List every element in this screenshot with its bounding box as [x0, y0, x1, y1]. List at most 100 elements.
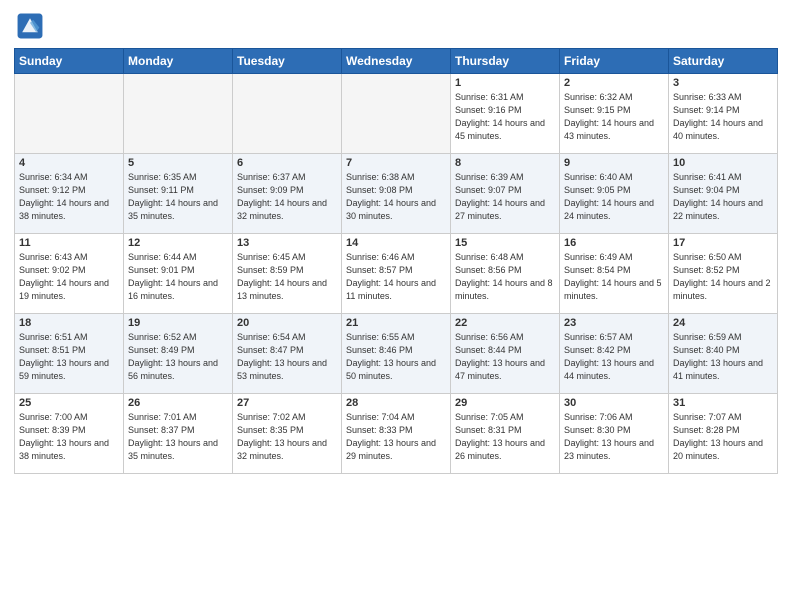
day-number: 29 — [455, 397, 555, 409]
calendar-day-cell: 9 Sunrise: 6:40 AMSunset: 9:05 PMDayligh… — [560, 154, 669, 234]
day-info: Sunrise: 6:38 AMSunset: 9:08 PMDaylight:… — [346, 171, 446, 223]
day-number: 15 — [455, 237, 555, 249]
day-info: Sunrise: 6:45 AMSunset: 8:59 PMDaylight:… — [237, 251, 337, 303]
day-number: 31 — [673, 397, 773, 409]
day-info: Sunrise: 6:50 AMSunset: 8:52 PMDaylight:… — [673, 251, 773, 303]
day-number: 22 — [455, 317, 555, 329]
day-number: 14 — [346, 237, 446, 249]
day-info: Sunrise: 6:39 AMSunset: 9:07 PMDaylight:… — [455, 171, 555, 223]
day-number: 30 — [564, 397, 664, 409]
day-info: Sunrise: 6:59 AMSunset: 8:40 PMDaylight:… — [673, 331, 773, 383]
calendar-day-cell: 3 Sunrise: 6:33 AMSunset: 9:14 PMDayligh… — [669, 74, 778, 154]
days-of-week-row: SundayMondayTuesdayWednesdayThursdayFrid… — [15, 49, 778, 74]
day-info: Sunrise: 7:01 AMSunset: 8:37 PMDaylight:… — [128, 411, 228, 463]
calendar-header: SundayMondayTuesdayWednesdayThursdayFrid… — [15, 49, 778, 74]
calendar-day-cell: 7 Sunrise: 6:38 AMSunset: 9:08 PMDayligh… — [342, 154, 451, 234]
day-number: 11 — [19, 237, 119, 249]
calendar-day-cell: 16 Sunrise: 6:49 AMSunset: 8:54 PMDaylig… — [560, 234, 669, 314]
day-info: Sunrise: 6:52 AMSunset: 8:49 PMDaylight:… — [128, 331, 228, 383]
calendar-day-cell: 12 Sunrise: 6:44 AMSunset: 9:01 PMDaylig… — [124, 234, 233, 314]
day-info: Sunrise: 6:49 AMSunset: 8:54 PMDaylight:… — [564, 251, 664, 303]
day-of-week-header: Monday — [124, 49, 233, 74]
calendar-day-cell: 13 Sunrise: 6:45 AMSunset: 8:59 PMDaylig… — [233, 234, 342, 314]
day-number: 3 — [673, 77, 773, 89]
calendar-day-cell: 25 Sunrise: 7:00 AMSunset: 8:39 PMDaylig… — [15, 394, 124, 474]
day-number: 8 — [455, 157, 555, 169]
calendar-day-cell: 17 Sunrise: 6:50 AMSunset: 8:52 PMDaylig… — [669, 234, 778, 314]
day-info: Sunrise: 6:55 AMSunset: 8:46 PMDaylight:… — [346, 331, 446, 383]
day-number: 4 — [19, 157, 119, 169]
calendar-day-cell: 31 Sunrise: 7:07 AMSunset: 8:28 PMDaylig… — [669, 394, 778, 474]
day-info: Sunrise: 6:40 AMSunset: 9:05 PMDaylight:… — [564, 171, 664, 223]
day-number: 19 — [128, 317, 228, 329]
calendar-day-cell: 28 Sunrise: 7:04 AMSunset: 8:33 PMDaylig… — [342, 394, 451, 474]
page-header — [0, 0, 792, 48]
calendar-day-cell: 18 Sunrise: 6:51 AMSunset: 8:51 PMDaylig… — [15, 314, 124, 394]
day-number: 7 — [346, 157, 446, 169]
calendar-day-cell: 24 Sunrise: 6:59 AMSunset: 8:40 PMDaylig… — [669, 314, 778, 394]
calendar-week-row: 4 Sunrise: 6:34 AMSunset: 9:12 PMDayligh… — [15, 154, 778, 234]
logo-icon — [16, 12, 44, 40]
day-number: 9 — [564, 157, 664, 169]
calendar-day-cell: 1 Sunrise: 6:31 AMSunset: 9:16 PMDayligh… — [451, 74, 560, 154]
calendar-day-cell: 2 Sunrise: 6:32 AMSunset: 9:15 PMDayligh… — [560, 74, 669, 154]
calendar-day-cell: 21 Sunrise: 6:55 AMSunset: 8:46 PMDaylig… — [342, 314, 451, 394]
day-number: 17 — [673, 237, 773, 249]
day-info: Sunrise: 6:48 AMSunset: 8:56 PMDaylight:… — [455, 251, 555, 303]
day-number: 10 — [673, 157, 773, 169]
day-number: 16 — [564, 237, 664, 249]
day-info: Sunrise: 7:02 AMSunset: 8:35 PMDaylight:… — [237, 411, 337, 463]
calendar-week-row: 1 Sunrise: 6:31 AMSunset: 9:16 PMDayligh… — [15, 74, 778, 154]
day-number: 24 — [673, 317, 773, 329]
day-of-week-header: Saturday — [669, 49, 778, 74]
day-info: Sunrise: 6:51 AMSunset: 8:51 PMDaylight:… — [19, 331, 119, 383]
day-number: 23 — [564, 317, 664, 329]
calendar-day-cell: 14 Sunrise: 6:46 AMSunset: 8:57 PMDaylig… — [342, 234, 451, 314]
calendar-day-cell: 6 Sunrise: 6:37 AMSunset: 9:09 PMDayligh… — [233, 154, 342, 234]
calendar-day-cell — [342, 74, 451, 154]
day-of-week-header: Thursday — [451, 49, 560, 74]
day-info: Sunrise: 6:57 AMSunset: 8:42 PMDaylight:… — [564, 331, 664, 383]
day-info: Sunrise: 6:37 AMSunset: 9:09 PMDaylight:… — [237, 171, 337, 223]
calendar-day-cell: 8 Sunrise: 6:39 AMSunset: 9:07 PMDayligh… — [451, 154, 560, 234]
calendar-day-cell: 29 Sunrise: 7:05 AMSunset: 8:31 PMDaylig… — [451, 394, 560, 474]
calendar-week-row: 11 Sunrise: 6:43 AMSunset: 9:02 PMDaylig… — [15, 234, 778, 314]
day-of-week-header: Tuesday — [233, 49, 342, 74]
day-number: 25 — [19, 397, 119, 409]
day-number: 13 — [237, 237, 337, 249]
day-info: Sunrise: 6:56 AMSunset: 8:44 PMDaylight:… — [455, 331, 555, 383]
calendar-day-cell: 4 Sunrise: 6:34 AMSunset: 9:12 PMDayligh… — [15, 154, 124, 234]
day-number: 12 — [128, 237, 228, 249]
calendar-week-row: 25 Sunrise: 7:00 AMSunset: 8:39 PMDaylig… — [15, 394, 778, 474]
day-info: Sunrise: 7:04 AMSunset: 8:33 PMDaylight:… — [346, 411, 446, 463]
calendar-day-cell — [15, 74, 124, 154]
day-info: Sunrise: 6:31 AMSunset: 9:16 PMDaylight:… — [455, 91, 555, 143]
calendar-day-cell: 26 Sunrise: 7:01 AMSunset: 8:37 PMDaylig… — [124, 394, 233, 474]
day-info: Sunrise: 7:06 AMSunset: 8:30 PMDaylight:… — [564, 411, 664, 463]
day-number: 27 — [237, 397, 337, 409]
calendar-day-cell: 10 Sunrise: 6:41 AMSunset: 9:04 PMDaylig… — [669, 154, 778, 234]
day-number: 1 — [455, 77, 555, 89]
day-info: Sunrise: 6:33 AMSunset: 9:14 PMDaylight:… — [673, 91, 773, 143]
calendar-day-cell — [124, 74, 233, 154]
calendar-day-cell: 27 Sunrise: 7:02 AMSunset: 8:35 PMDaylig… — [233, 394, 342, 474]
calendar-week-row: 18 Sunrise: 6:51 AMSunset: 8:51 PMDaylig… — [15, 314, 778, 394]
day-number: 28 — [346, 397, 446, 409]
day-number: 20 — [237, 317, 337, 329]
calendar-day-cell: 23 Sunrise: 6:57 AMSunset: 8:42 PMDaylig… — [560, 314, 669, 394]
day-info: Sunrise: 6:43 AMSunset: 9:02 PMDaylight:… — [19, 251, 119, 303]
day-info: Sunrise: 7:00 AMSunset: 8:39 PMDaylight:… — [19, 411, 119, 463]
logo — [16, 12, 48, 40]
calendar-day-cell: 30 Sunrise: 7:06 AMSunset: 8:30 PMDaylig… — [560, 394, 669, 474]
day-number: 6 — [237, 157, 337, 169]
day-of-week-header: Friday — [560, 49, 669, 74]
calendar-day-cell — [233, 74, 342, 154]
day-info: Sunrise: 7:07 AMSunset: 8:28 PMDaylight:… — [673, 411, 773, 463]
day-of-week-header: Sunday — [15, 49, 124, 74]
day-info: Sunrise: 6:41 AMSunset: 9:04 PMDaylight:… — [673, 171, 773, 223]
day-number: 5 — [128, 157, 228, 169]
day-number: 18 — [19, 317, 119, 329]
day-info: Sunrise: 6:34 AMSunset: 9:12 PMDaylight:… — [19, 171, 119, 223]
day-info: Sunrise: 6:35 AMSunset: 9:11 PMDaylight:… — [128, 171, 228, 223]
calendar-day-cell: 5 Sunrise: 6:35 AMSunset: 9:11 PMDayligh… — [124, 154, 233, 234]
